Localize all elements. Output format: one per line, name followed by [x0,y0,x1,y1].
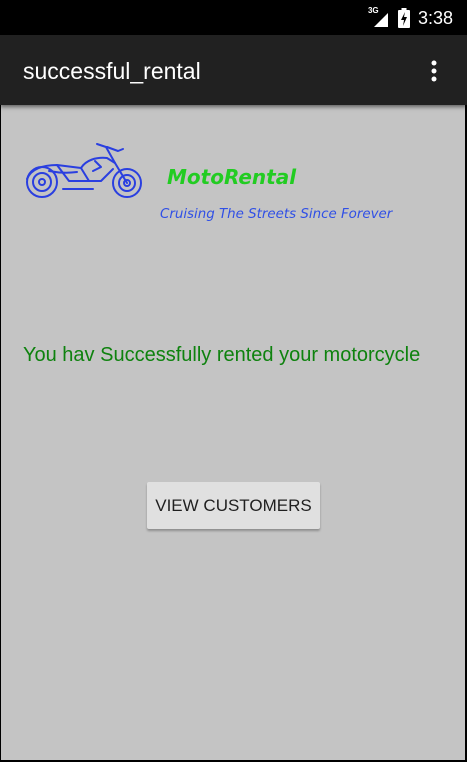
network-type: 3G [367,6,379,15]
status-icons: 3G 3:38 [368,7,453,29]
overflow-menu-button[interactable] [419,57,449,85]
main-content: MotoRental Cruising The Streets Since Fo… [1,105,465,760]
more-vert-icon [431,60,437,82]
signal-icon: 3G [368,7,392,29]
action-bar: successful_rental [0,35,467,105]
battery-charging-icon [397,8,410,28]
page-title: successful_rental [23,58,201,84]
clock: 3:38 [417,8,453,28]
brand-tagline: Cruising The Streets Since Forever [160,207,393,222]
view-customers-button[interactable]: VIEW CUSTOMERS [147,482,320,529]
success-message: You hav Successfully rented your motorcy… [23,344,421,366]
motorcycle-icon [26,143,142,198]
status-bar: 3G 3:38 [0,0,467,35]
brand-name: MotoRental [167,165,297,189]
